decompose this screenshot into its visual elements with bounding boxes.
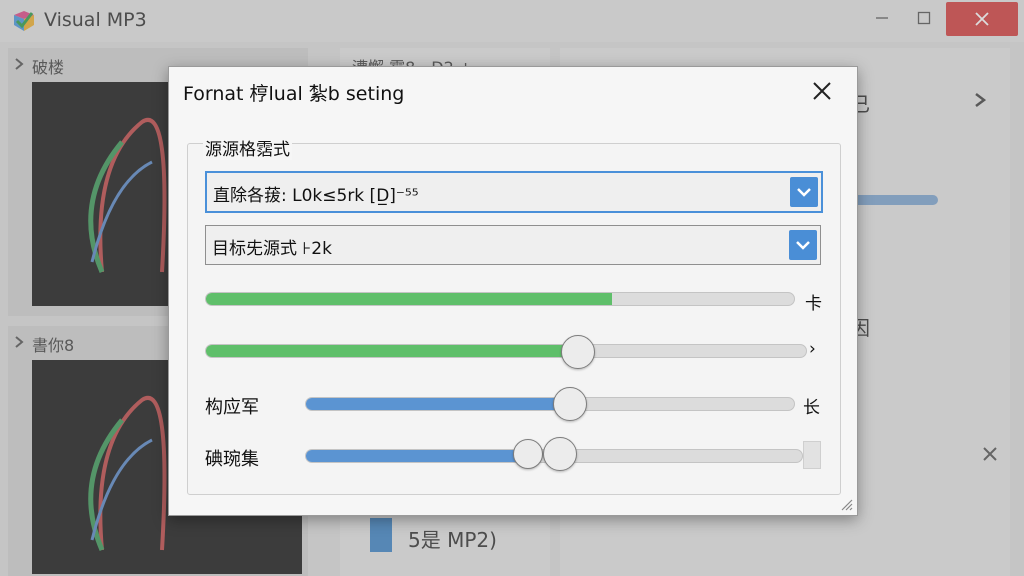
source-format-value: 直除各菝: L0k≤5rk [D̲]⁻⁵⁵ <box>213 186 419 206</box>
slider-4-label: 碘琬集 <box>205 449 259 470</box>
target-format-combo[interactable]: 目标兂源式 ⊦2k <box>205 225 821 265</box>
slider-1-end-label: 卡 <box>805 294 822 314</box>
dropdown-button[interactable] <box>789 230 817 260</box>
slider-2-end-label: › <box>809 339 816 359</box>
dialog-title: Fornat 梈lual 紮b seting <box>183 83 405 105</box>
slider-4-fill <box>306 450 530 462</box>
slider-2-track[interactable] <box>205 344 807 358</box>
resize-grip-icon[interactable] <box>837 495 853 511</box>
dialog-close-button[interactable] <box>805 77 839 105</box>
slider-2-thumb[interactable] <box>561 335 595 369</box>
slider-3-track[interactable] <box>305 397 795 411</box>
close-icon <box>813 82 831 100</box>
slider-3-fill <box>306 398 560 410</box>
scroll-stub[interactable] <box>803 441 821 469</box>
slider-4-thumb[interactable] <box>543 437 577 471</box>
group-label: 源源格霑式 <box>203 135 292 160</box>
chevron-down-icon <box>796 241 810 250</box>
slider-1-fill <box>206 293 612 305</box>
slider-2-fill <box>206 345 578 357</box>
dropdown-button[interactable] <box>790 177 818 207</box>
chevron-down-icon <box>797 188 811 197</box>
source-format-combo[interactable]: 直除各菝: L0k≤5rk [D̲]⁻⁵⁵ <box>205 171 823 213</box>
slider-3-label: 构应军 <box>205 397 259 418</box>
target-format-value: 目标兂源式 ⊦2k <box>212 239 332 259</box>
slider-1-track[interactable] <box>205 292 795 306</box>
slider-3-thumb[interactable] <box>553 387 587 421</box>
slider-4-thumb-secondary[interactable] <box>513 439 543 469</box>
slider-3-end-label: 长 <box>803 398 820 418</box>
format-settings-dialog: Fornat 梈lual 紮b seting 源源格霑式 直除各菝: L0k≤5… <box>168 66 858 516</box>
